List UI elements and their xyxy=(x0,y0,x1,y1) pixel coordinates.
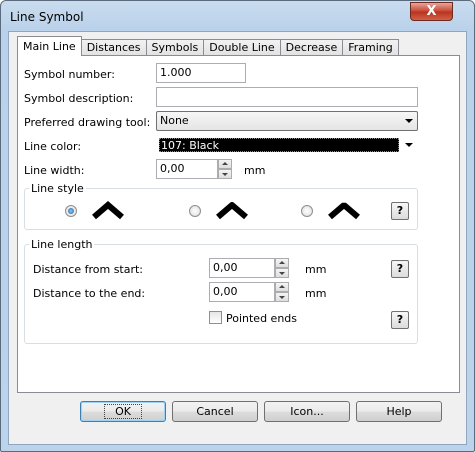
distance-start-spinner[interactable] xyxy=(275,258,289,278)
spin-down-icon[interactable] xyxy=(218,169,232,179)
distance-end-unit: mm xyxy=(305,287,327,300)
question-icon: ? xyxy=(396,313,404,326)
distance-end-input[interactable]: 0,00 xyxy=(209,282,275,302)
tab-double-line[interactable]: Double Line xyxy=(203,39,281,56)
close-icon: X xyxy=(426,4,437,19)
main-line-panel: Symbol number: 1.000 Symbol description:… xyxy=(17,55,460,393)
line-style-radio-round[interactable] xyxy=(189,205,201,217)
cancel-button[interactable]: Cancel xyxy=(172,401,258,422)
line-width-spinner[interactable] xyxy=(218,159,232,179)
spin-up-icon[interactable] xyxy=(275,282,289,292)
tab-main-line[interactable]: Main Line xyxy=(17,36,82,56)
chevron-down-icon xyxy=(405,143,413,147)
spin-up-icon[interactable] xyxy=(218,159,232,169)
line-width-unit: mm xyxy=(244,164,266,177)
symbol-number-input[interactable]: 1.000 xyxy=(156,63,246,83)
question-icon: ? xyxy=(396,204,404,217)
line-style-title: Line style xyxy=(29,182,86,195)
title-bar[interactable]: Line Symbol X xyxy=(1,1,474,31)
line-symbol-dialog: Line Symbol X Main Line Distances Symbol… xyxy=(0,0,475,452)
ok-button-label: OK xyxy=(104,404,142,419)
line-width-input[interactable]: 0,00 xyxy=(156,159,218,179)
line-color-label: Line color: xyxy=(24,140,82,153)
distance-help-button[interactable]: ? xyxy=(391,260,409,278)
line-style-radio-miter[interactable] xyxy=(65,205,77,217)
help-button[interactable]: Help xyxy=(356,401,442,422)
line-style-group: Line style ? xyxy=(24,182,418,230)
symbol-number-label: Symbol number: xyxy=(24,68,115,81)
symbol-description-input[interactable] xyxy=(156,87,418,107)
distance-start-unit: mm xyxy=(305,263,327,276)
distance-end-spinner[interactable] xyxy=(275,282,289,302)
tab-symbols[interactable]: Symbols xyxy=(145,39,205,56)
round-join-icon xyxy=(216,202,248,220)
chevron-down-icon xyxy=(405,119,413,123)
icon-button[interactable]: Icon... xyxy=(264,401,350,422)
line-length-group: Line length Distance from start: 0,00 mm… xyxy=(24,238,418,344)
tab-strip: Main Line Distances Symbols Double Line … xyxy=(17,36,399,56)
spin-down-icon[interactable] xyxy=(275,292,289,302)
tab-framing[interactable]: Framing xyxy=(342,39,399,56)
drawing-tool-label: Preferred drawing tool: xyxy=(24,116,151,129)
line-style-help-button[interactable]: ? xyxy=(391,202,409,220)
line-color-swatch: 107: Black xyxy=(159,138,399,152)
pointed-ends-help-button[interactable]: ? xyxy=(391,311,409,329)
spin-up-icon[interactable] xyxy=(275,258,289,268)
spin-down-icon[interactable] xyxy=(275,268,289,278)
pointed-ends-checkbox[interactable] xyxy=(209,311,222,324)
line-color-select[interactable]: 107: Black xyxy=(156,135,418,155)
distance-start-label: Distance from start: xyxy=(33,263,144,276)
ok-button[interactable]: OK xyxy=(80,401,166,422)
tab-distances[interactable]: Distances xyxy=(80,39,147,56)
window-title: Line Symbol xyxy=(10,10,84,24)
distance-end-label: Distance to the end: xyxy=(33,287,146,300)
bevel-join-icon xyxy=(328,202,360,220)
miter-join-icon xyxy=(92,201,124,220)
line-style-radio-bevel[interactable] xyxy=(301,205,313,217)
drawing-tool-value: None xyxy=(160,114,189,127)
drawing-tool-select[interactable]: None xyxy=(156,111,418,131)
dialog-client: Main Line Distances Symbols Double Line … xyxy=(8,31,467,445)
line-length-title: Line length xyxy=(29,238,95,251)
distance-start-input[interactable]: 0,00 xyxy=(209,258,275,278)
line-width-label: Line width: xyxy=(24,164,85,177)
tab-decrease[interactable]: Decrease xyxy=(279,39,344,56)
question-icon: ? xyxy=(396,262,404,275)
symbol-description-label: Symbol description: xyxy=(24,92,134,105)
close-button[interactable]: X xyxy=(410,2,453,21)
pointed-ends-label[interactable]: Pointed ends xyxy=(226,312,297,325)
